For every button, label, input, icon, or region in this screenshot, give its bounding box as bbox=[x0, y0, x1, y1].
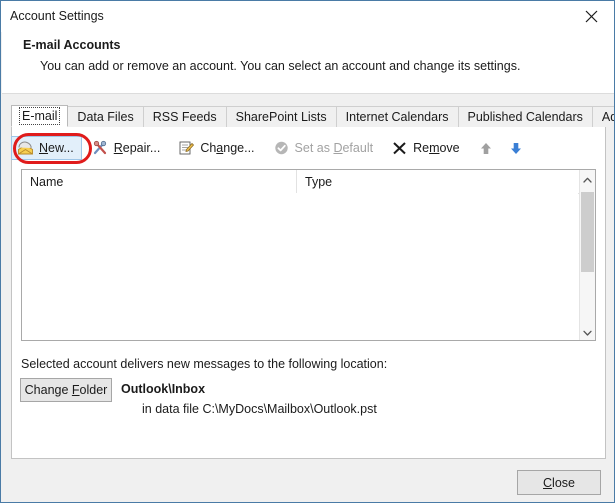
tab-label: RSS Feeds bbox=[152, 110, 217, 124]
tab-strip: E-mail Data Files RSS Feeds SharePoint L… bbox=[11, 105, 614, 127]
tab-label: E-mail bbox=[18, 107, 61, 125]
set-as-default-label: Set as Default bbox=[294, 141, 374, 155]
set-as-default-button[interactable]: Set as Default bbox=[267, 136, 382, 160]
tab-internet-calendars[interactable]: Internet Calendars bbox=[335, 106, 459, 127]
remove-x-icon bbox=[391, 140, 408, 156]
tab-label: SharePoint Lists bbox=[235, 110, 327, 124]
tab-label: Data Files bbox=[77, 110, 134, 124]
page-title: E-mail Accounts bbox=[23, 38, 121, 52]
column-header-name[interactable]: Name bbox=[22, 170, 297, 193]
repair-tools-icon bbox=[92, 140, 109, 156]
remove-account-label: Remove bbox=[413, 141, 460, 155]
arrow-down-icon bbox=[509, 141, 523, 156]
scrollbar-thumb[interactable] bbox=[581, 192, 594, 272]
new-mail-envelope-icon bbox=[17, 140, 34, 156]
chevron-up-icon bbox=[583, 170, 592, 188]
delivery-location-label: Selected account delivers new messages t… bbox=[21, 357, 388, 371]
arrow-up-icon bbox=[479, 141, 493, 156]
accounts-list-header: Name Type bbox=[22, 170, 595, 194]
new-account-label: New... bbox=[39, 141, 74, 155]
close-window-button[interactable] bbox=[569, 1, 614, 31]
title-bar: Account Settings bbox=[1, 1, 614, 32]
change-folder-button[interactable]: Change Folder bbox=[20, 378, 112, 402]
delivery-folder-path: in data file C:\MyDocs\Mailbox\Outlook.p… bbox=[142, 402, 377, 416]
change-account-label: Change... bbox=[200, 141, 255, 155]
accounts-list-scrollbar[interactable] bbox=[579, 170, 595, 340]
close-button[interactable]: Close bbox=[517, 470, 601, 495]
tab-rss-feeds[interactable]: RSS Feeds bbox=[142, 106, 227, 127]
tab-label: Published Calendars bbox=[467, 110, 583, 124]
tab-published-calendars[interactable]: Published Calendars bbox=[457, 106, 593, 127]
check-circle-icon bbox=[273, 140, 290, 156]
window-title: Account Settings bbox=[10, 9, 104, 23]
page-description: You can add or remove an account. You ca… bbox=[40, 59, 521, 73]
delivery-folder-name: Outlook\Inbox bbox=[121, 382, 206, 396]
repair-account-label: Repair... bbox=[113, 141, 161, 155]
accounts-list[interactable]: Name Type bbox=[21, 169, 596, 341]
tab-email[interactable]: E-mail bbox=[11, 105, 69, 127]
tab-sharepoint-lists[interactable]: SharePoint Lists bbox=[225, 106, 337, 127]
tab-data-files[interactable]: Data Files bbox=[67, 106, 144, 127]
chevron-down-icon bbox=[583, 323, 592, 341]
accounts-list-body[interactable] bbox=[22, 193, 578, 340]
header-section: E-mail Accounts You can add or remove an… bbox=[2, 32, 614, 94]
column-header-type[interactable]: Type bbox=[297, 170, 595, 193]
scroll-down-button[interactable] bbox=[580, 323, 595, 340]
move-down-button[interactable] bbox=[502, 136, 530, 160]
close-x-icon bbox=[585, 10, 598, 23]
move-up-button[interactable] bbox=[472, 136, 500, 160]
tab-label: Address Books bbox=[601, 110, 614, 124]
accounts-toolbar: New... Repair... Change... Set as Defaul… bbox=[11, 135, 532, 161]
change-clipboard-pencil-icon bbox=[178, 140, 195, 156]
change-account-button[interactable]: Change... bbox=[172, 136, 262, 160]
change-folder-label: Change Folder bbox=[24, 383, 108, 397]
dialog-footer: Close bbox=[2, 460, 614, 502]
account-settings-dialog: Account Settings E-mail Accounts You can… bbox=[0, 0, 615, 503]
remove-account-button[interactable]: Remove bbox=[385, 136, 468, 160]
new-account-button[interactable]: New... bbox=[11, 136, 82, 160]
repair-account-button[interactable]: Repair... bbox=[86, 136, 169, 160]
scroll-up-button[interactable] bbox=[580, 170, 595, 187]
close-button-label: Close bbox=[543, 475, 575, 490]
tab-address-books[interactable]: Address Books bbox=[591, 106, 614, 127]
tab-label: Internet Calendars bbox=[345, 110, 449, 124]
